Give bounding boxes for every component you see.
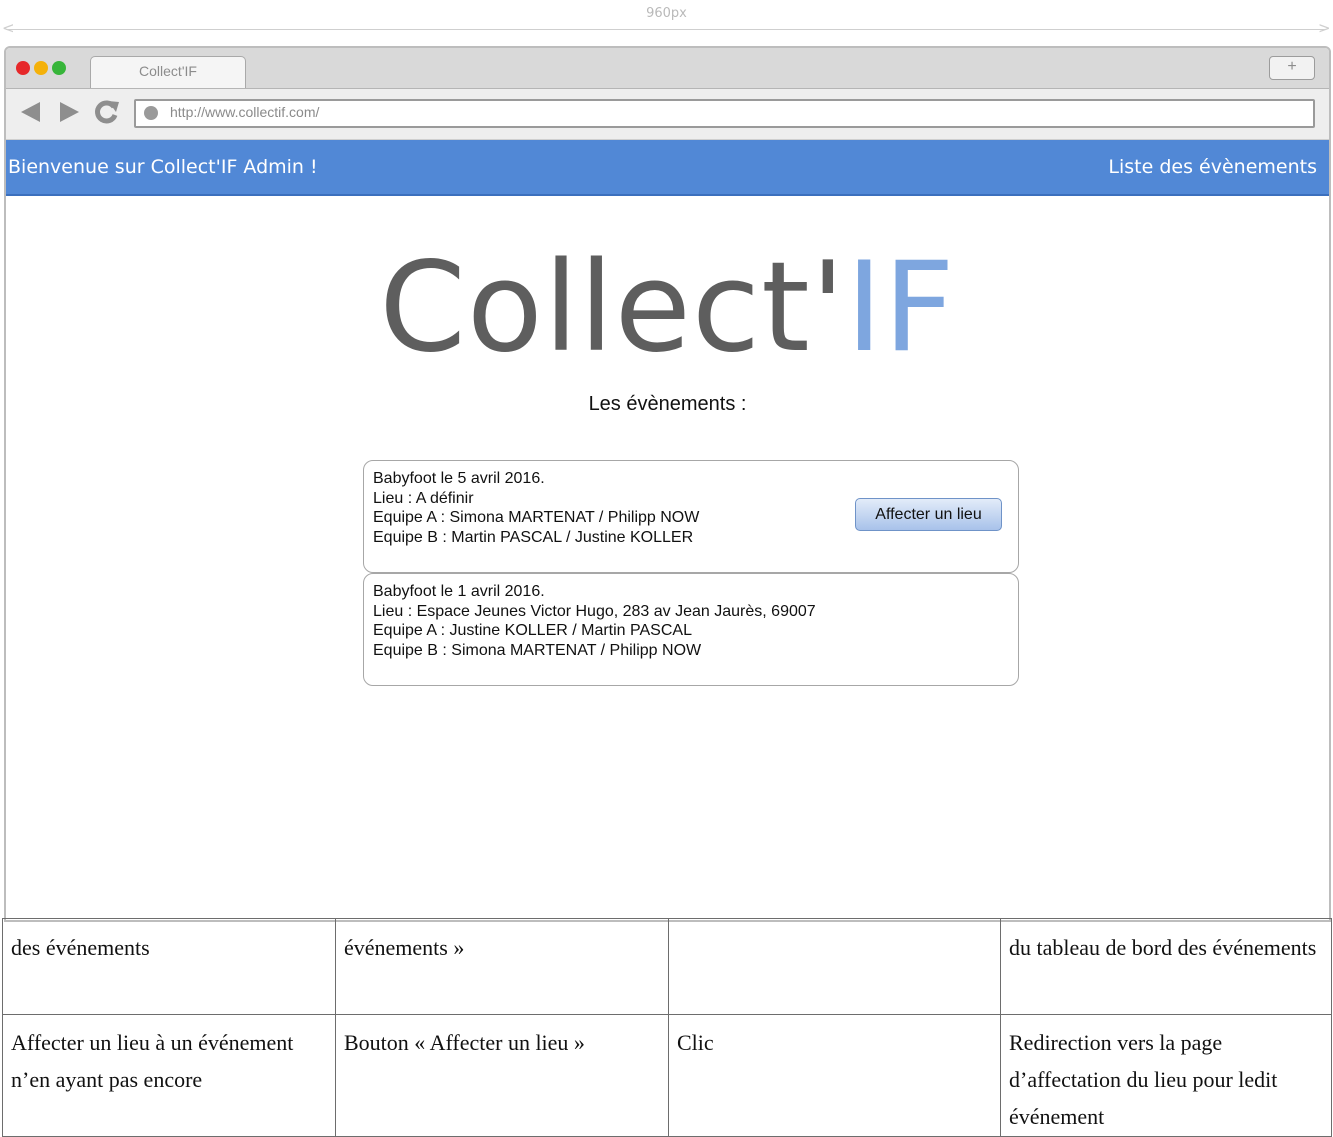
- maximize-window-icon[interactable]: [52, 61, 66, 75]
- address-bar: http://www.collectif.com/: [6, 89, 1329, 140]
- table-cell: événements »: [335, 918, 669, 1015]
- table-row: Affecter un lieu à un événement n’en aya…: [2, 1014, 1332, 1137]
- new-tab-button[interactable]: +: [1269, 56, 1315, 80]
- page-icon: [144, 106, 158, 120]
- url-input[interactable]: http://www.collectif.com/: [134, 99, 1315, 128]
- url-text: http://www.collectif.com/: [170, 104, 320, 120]
- logo: Collect'IF: [6, 243, 1329, 373]
- table-cell: Clic: [668, 1014, 1001, 1137]
- event-location: Lieu : A définir: [373, 489, 474, 507]
- forward-arrow-icon[interactable]: [56, 99, 82, 125]
- ruler-label: 960px: [646, 6, 687, 21]
- event-title: Babyfoot le 1 avril 2016.: [373, 583, 545, 600]
- event-card: Babyfoot le 1 avril 2016. Lieu : Espace …: [363, 573, 1019, 686]
- table-row: des événements événements » du tableau d…: [2, 918, 1332, 1015]
- event-card: Babyfoot le 5 avril 2016. Lieu : A défin…: [363, 460, 1019, 573]
- welcome-text: Bienvenue sur Collect'IF Admin !: [8, 156, 318, 178]
- ruler-right-arrow-icon: >: [1318, 19, 1331, 37]
- events-list-link[interactable]: Liste des évènements: [1108, 156, 1317, 178]
- table-cell: Redirection vers la page d’affectation d…: [1000, 1014, 1332, 1137]
- table-cell: Bouton « Affecter un lieu »: [335, 1014, 669, 1137]
- assign-location-button[interactable]: Affecter un lieu: [855, 498, 1002, 531]
- minimize-window-icon[interactable]: [34, 61, 48, 75]
- event-details: Babyfoot le 5 avril 2016. Lieu : A défin…: [373, 469, 699, 547]
- event-team-a: Equipe A : Justine KOLLER / Martin PASCA…: [373, 622, 692, 639]
- page-title: Les évènements :: [588, 393, 747, 415]
- table-cell: du tableau de bord des événements: [1000, 918, 1332, 1015]
- event-location: Lieu : Espace Jeunes Victor Hugo, 283 av…: [373, 602, 816, 620]
- ruler-line: [6, 29, 1326, 30]
- back-arrow-icon[interactable]: [18, 99, 44, 125]
- reload-icon[interactable]: [94, 99, 120, 125]
- table-cell: Affecter un lieu à un événement n’en aya…: [2, 1014, 336, 1137]
- browser-tab[interactable]: Collect'IF: [90, 56, 246, 88]
- event-title: Babyfoot le 5 avril 2016.: [373, 470, 545, 487]
- document-table: des événements événements » du tableau d…: [2, 918, 1332, 1137]
- close-window-icon[interactable]: [16, 61, 30, 75]
- table-cell: [668, 918, 1001, 1015]
- event-team-a: Equipe A : Simona MARTENAT / Philipp NOW: [373, 509, 700, 526]
- width-ruler: 960px < >: [0, 0, 1333, 40]
- site-header: Bienvenue sur Collect'IF Admin ! Liste d…: [6, 140, 1329, 196]
- event-details: Babyfoot le 1 avril 2016. Lieu : Espace …: [373, 582, 816, 660]
- browser-titlebar: Collect'IF +: [6, 48, 1329, 89]
- logo-main: Collect': [379, 236, 846, 380]
- event-team-b: Equipe B : Martin PASCAL / Justine KOLLE…: [373, 528, 694, 546]
- ruler-left-arrow-icon: <: [2, 19, 15, 37]
- browser-window: Collect'IF + http://www.collectif.com/ B…: [4, 46, 1331, 922]
- table-cell: des événements: [2, 918, 336, 1015]
- logo-accent: IF: [845, 236, 956, 380]
- event-team-b: Equipe B : Simona MARTENAT / Philipp NOW: [373, 641, 702, 659]
